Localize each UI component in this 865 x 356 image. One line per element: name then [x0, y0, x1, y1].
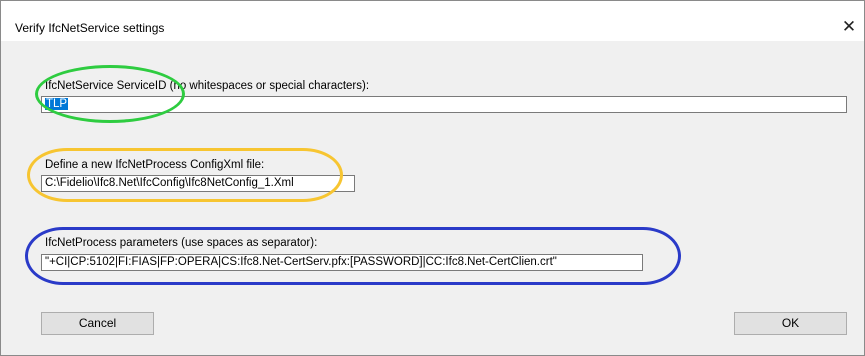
- close-button[interactable]: ✕: [834, 13, 864, 41]
- title-bar: Verify IfcNetService settings ✕: [1, 1, 864, 41]
- config-xml-input[interactable]: C:\Fidelio\Ifc8.Net\IfcConfig\Ifc8NetCon…: [41, 175, 355, 192]
- process-params-label: IfcNetProcess parameters (use spaces as …: [45, 237, 318, 249]
- cancel-button[interactable]: Cancel: [41, 312, 154, 335]
- config-xml-label: Define a new IfcNetProcess ConfigXml fil…: [45, 159, 265, 171]
- service-id-label: IfcNetService ServiceID (no whitespaces …: [45, 80, 370, 92]
- verify-settings-dialog: Verify IfcNetService settings ✕ IfcNetSe…: [0, 0, 865, 356]
- service-id-value: TLP: [45, 98, 69, 110]
- process-params-input[interactable]: "+CI|CP:5102|FI:FIAS|FP:OPERA|CS:Ifc8.Ne…: [41, 254, 643, 271]
- dialog-title: Verify IfcNetService settings: [15, 21, 165, 35]
- ok-button[interactable]: OK: [734, 312, 847, 335]
- service-id-input[interactable]: TLP: [41, 96, 847, 113]
- green-highlight-ellipse: [35, 65, 185, 123]
